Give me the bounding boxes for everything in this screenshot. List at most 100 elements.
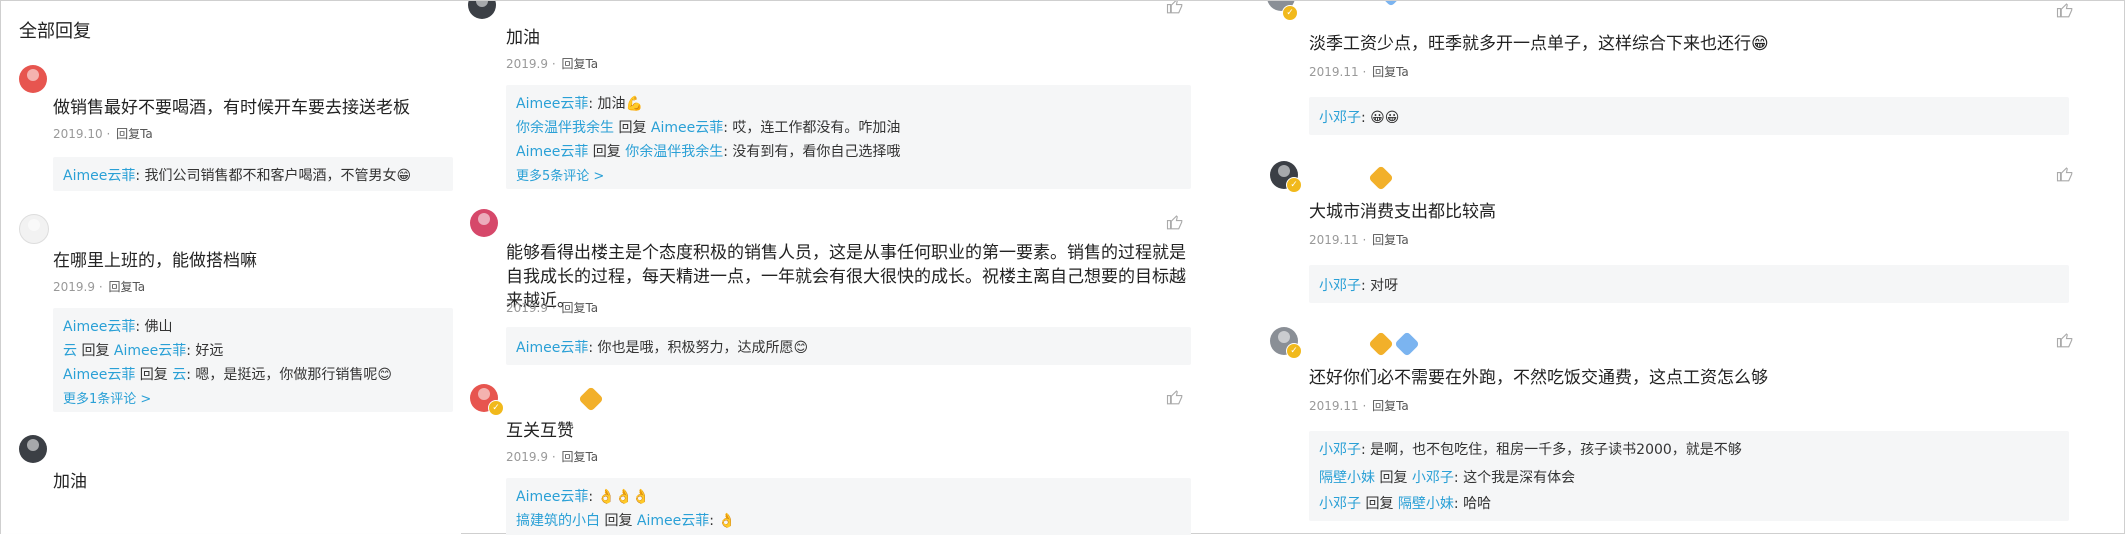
reply-word: 回复 bbox=[592, 144, 621, 160]
reply-word: 回复 bbox=[81, 343, 110, 359]
verified-badge-icon: ✓ bbox=[1282, 5, 1298, 21]
scroll-fade bbox=[1, 485, 461, 535]
level-badge-icon bbox=[578, 386, 604, 412]
reply-word: 回复 bbox=[618, 120, 647, 136]
comment-meta: 2019.11 · 回复Ta bbox=[1309, 399, 1409, 413]
reply-line: 小邓子: 是啊，也不包吃住，租房一千多，孩子读书2000，就是不够 bbox=[1319, 439, 1742, 459]
reply-line: Aimee云菲: 加油💪 bbox=[516, 93, 643, 113]
comment-column-1: 全部回复 做销售最好不要喝酒，有时候开车要去接送老板 2019.10 · 回复T… bbox=[1, 1, 461, 535]
reply-target[interactable]: Aimee云菲 bbox=[114, 343, 186, 359]
reply-username[interactable]: 隔壁小妹 bbox=[1319, 470, 1375, 486]
like-icon[interactable] bbox=[2056, 331, 2074, 349]
reply-line: Aimee云菲: 佛山 bbox=[63, 316, 173, 336]
like-icon[interactable] bbox=[1166, 1, 1184, 15]
reply-username[interactable]: 云 bbox=[63, 343, 77, 359]
reply-username[interactable]: 你余温伴我余生 bbox=[516, 120, 614, 136]
reply-button[interactable]: 回复Ta bbox=[561, 301, 598, 315]
comment-meta: 2019.11 · 回复Ta bbox=[1309, 233, 1409, 247]
like-icon[interactable] bbox=[1166, 213, 1184, 231]
comment-text: 淡季工资少点，旺季就多开一点单子，这样综合下来也还行😁 bbox=[1309, 34, 1769, 54]
reply-text: : 哎，连工作都没有。咋加油 bbox=[723, 120, 901, 136]
reply-line: Aimee云菲: 👌👌👌 bbox=[516, 486, 650, 506]
like-icon[interactable] bbox=[2056, 1, 2074, 19]
reply-username[interactable]: 小邓子 bbox=[1319, 496, 1361, 512]
reply-target[interactable]: 你余温伴我余生 bbox=[625, 144, 723, 160]
reply-button[interactable]: 回复Ta bbox=[1372, 399, 1409, 413]
comment-date: 2019.9 bbox=[506, 301, 548, 315]
avatar[interactable] bbox=[19, 214, 49, 244]
reply-username[interactable]: Aimee云菲 bbox=[516, 340, 588, 356]
reply-button[interactable]: 回复Ta bbox=[116, 127, 153, 141]
comment-column-3: ✓ 淡季工资少点，旺季就多开一点单子，这样综合下来也还行😁 2019.11 · … bbox=[1266, 1, 2086, 535]
comment-column-2: 加油 2019.9 · 回复Ta Aimee云菲: 加油💪 你余温伴我余生 回复… bbox=[466, 1, 1196, 535]
level-badge-icon bbox=[1368, 165, 1394, 191]
reply-button[interactable]: 回复Ta bbox=[1372, 233, 1409, 247]
level-badge-icon bbox=[1378, 1, 1404, 7]
reply-username[interactable]: Aimee云菲 bbox=[63, 319, 135, 335]
avatar[interactable] bbox=[19, 435, 47, 463]
reply-username[interactable]: 小邓子 bbox=[1319, 278, 1361, 294]
section-title: 全部回复 bbox=[19, 21, 91, 42]
reply-text: : 加油💪 bbox=[588, 96, 643, 112]
reply-target[interactable]: Aimee云菲 bbox=[651, 120, 723, 136]
reply-button[interactable]: 回复Ta bbox=[561, 57, 598, 71]
reply-text: : 👌 bbox=[709, 513, 736, 529]
reply-text: : 嗯，是挺远，你做那行销售呢😊 bbox=[186, 367, 393, 383]
reply-target[interactable]: 隔壁小妹 bbox=[1398, 496, 1454, 512]
reply-text: : 没有到有，看你自己选择哦 bbox=[723, 144, 901, 160]
reply-button[interactable]: 回复Ta bbox=[108, 280, 145, 294]
reply-line: 搞建筑的小白 回复 Aimee云菲: 👌 bbox=[516, 510, 736, 530]
reply-target[interactable]: 小邓子 bbox=[1412, 470, 1454, 486]
reply-text: : 对呀 bbox=[1361, 278, 1399, 294]
reply-text: : 佛山 bbox=[135, 319, 173, 335]
reply-line: Aimee云菲: 你也是哦，积极努力，达成所愿😊 bbox=[516, 337, 808, 357]
reply-username[interactable]: 小邓子 bbox=[1319, 442, 1361, 458]
comment-date: 2019.9 bbox=[506, 450, 548, 464]
avatar[interactable] bbox=[19, 65, 47, 93]
avatar[interactable] bbox=[468, 1, 496, 19]
reply-line: 你余温伴我余生 回复 Aimee云菲: 哎，连工作都没有。咋加油 bbox=[516, 117, 900, 137]
verified-badge-icon: ✓ bbox=[1286, 343, 1302, 359]
more-comments-link[interactable]: 更多1条评论 > bbox=[63, 388, 151, 407]
verified-badge-icon: ✓ bbox=[488, 400, 504, 416]
comment-text: 互关互赞 bbox=[506, 421, 574, 441]
like-icon[interactable] bbox=[1166, 388, 1184, 406]
reply-line: Aimee云菲 回复 云: 嗯，是挺远，你做那行销售呢😊 bbox=[63, 364, 392, 384]
like-icon[interactable] bbox=[2056, 165, 2074, 183]
reply-text: : 好远 bbox=[186, 343, 224, 359]
reply-box: Aimee云菲: 加油💪 你余温伴我余生 回复 Aimee云菲: 哎，连工作都没… bbox=[506, 85, 1191, 189]
reply-line: 小邓子 回复 隔壁小妹: 哈哈 bbox=[1319, 493, 1491, 513]
reply-button[interactable]: 回复Ta bbox=[561, 450, 598, 464]
reply-box: Aimee云菲: 我们公司销售都不和客户喝酒，不管男女😁 bbox=[53, 157, 453, 191]
reply-username[interactable]: Aimee云菲 bbox=[516, 489, 588, 505]
reply-line: Aimee云菲: 我们公司销售都不和客户喝酒，不管男女😁 bbox=[63, 165, 411, 185]
comment-date: 2019.11 bbox=[1309, 399, 1359, 413]
reply-line: 云 回复 Aimee云菲: 好远 bbox=[63, 340, 223, 360]
comment-date: 2019.9 bbox=[506, 57, 548, 71]
comment-text: 做销售最好不要喝酒，有时候开车要去接送老板 bbox=[53, 98, 410, 118]
more-comments-link[interactable]: 更多5条评论 > bbox=[516, 165, 604, 184]
reply-word: 回复 bbox=[604, 513, 633, 529]
reply-target[interactable]: Aimee云菲 bbox=[637, 513, 709, 529]
reply-box: 小邓子: 对呀 bbox=[1309, 265, 2069, 303]
avatar[interactable] bbox=[470, 209, 498, 237]
reply-username[interactable]: 搞建筑的小白 bbox=[516, 513, 600, 529]
reply-target[interactable]: 云 bbox=[172, 367, 186, 383]
reply-text: : 😀😀 bbox=[1361, 110, 1400, 126]
reply-box: 小邓子: 是啊，也不包吃住，租房一千多，孩子读书2000，就是不够 隔壁小妹 回… bbox=[1309, 431, 2069, 521]
reply-text: : 你也是哦，积极努力，达成所愿😊 bbox=[588, 340, 809, 356]
reply-button[interactable]: 回复Ta bbox=[1372, 65, 1409, 79]
reply-username[interactable]: Aimee云菲 bbox=[516, 144, 588, 160]
reply-line: Aimee云菲 回复 你余温伴我余生: 没有到有，看你自己选择哦 bbox=[516, 141, 900, 161]
comment-text: 加油 bbox=[506, 28, 540, 48]
reply-text: : 这个我是深有体会 bbox=[1453, 470, 1576, 486]
reply-username[interactable]: 小邓子 bbox=[1319, 110, 1361, 126]
reply-username[interactable]: Aimee云菲 bbox=[516, 96, 588, 112]
reply-username[interactable]: Aimee云菲 bbox=[63, 168, 135, 184]
comment-meta: 2019.9 · 回复Ta bbox=[53, 280, 146, 294]
reply-box: Aimee云菲: 👌👌👌 搞建筑的小白 回复 Aimee云菲: 👌 bbox=[506, 478, 1191, 535]
reply-text: : 哈哈 bbox=[1453, 496, 1492, 512]
comment-text: 还好你们必不需要在外跑，不然吃饭交通费，这点工资怎么够 bbox=[1309, 368, 1768, 388]
level-badge-icon bbox=[1368, 331, 1394, 357]
reply-username[interactable]: Aimee云菲 bbox=[63, 367, 135, 383]
